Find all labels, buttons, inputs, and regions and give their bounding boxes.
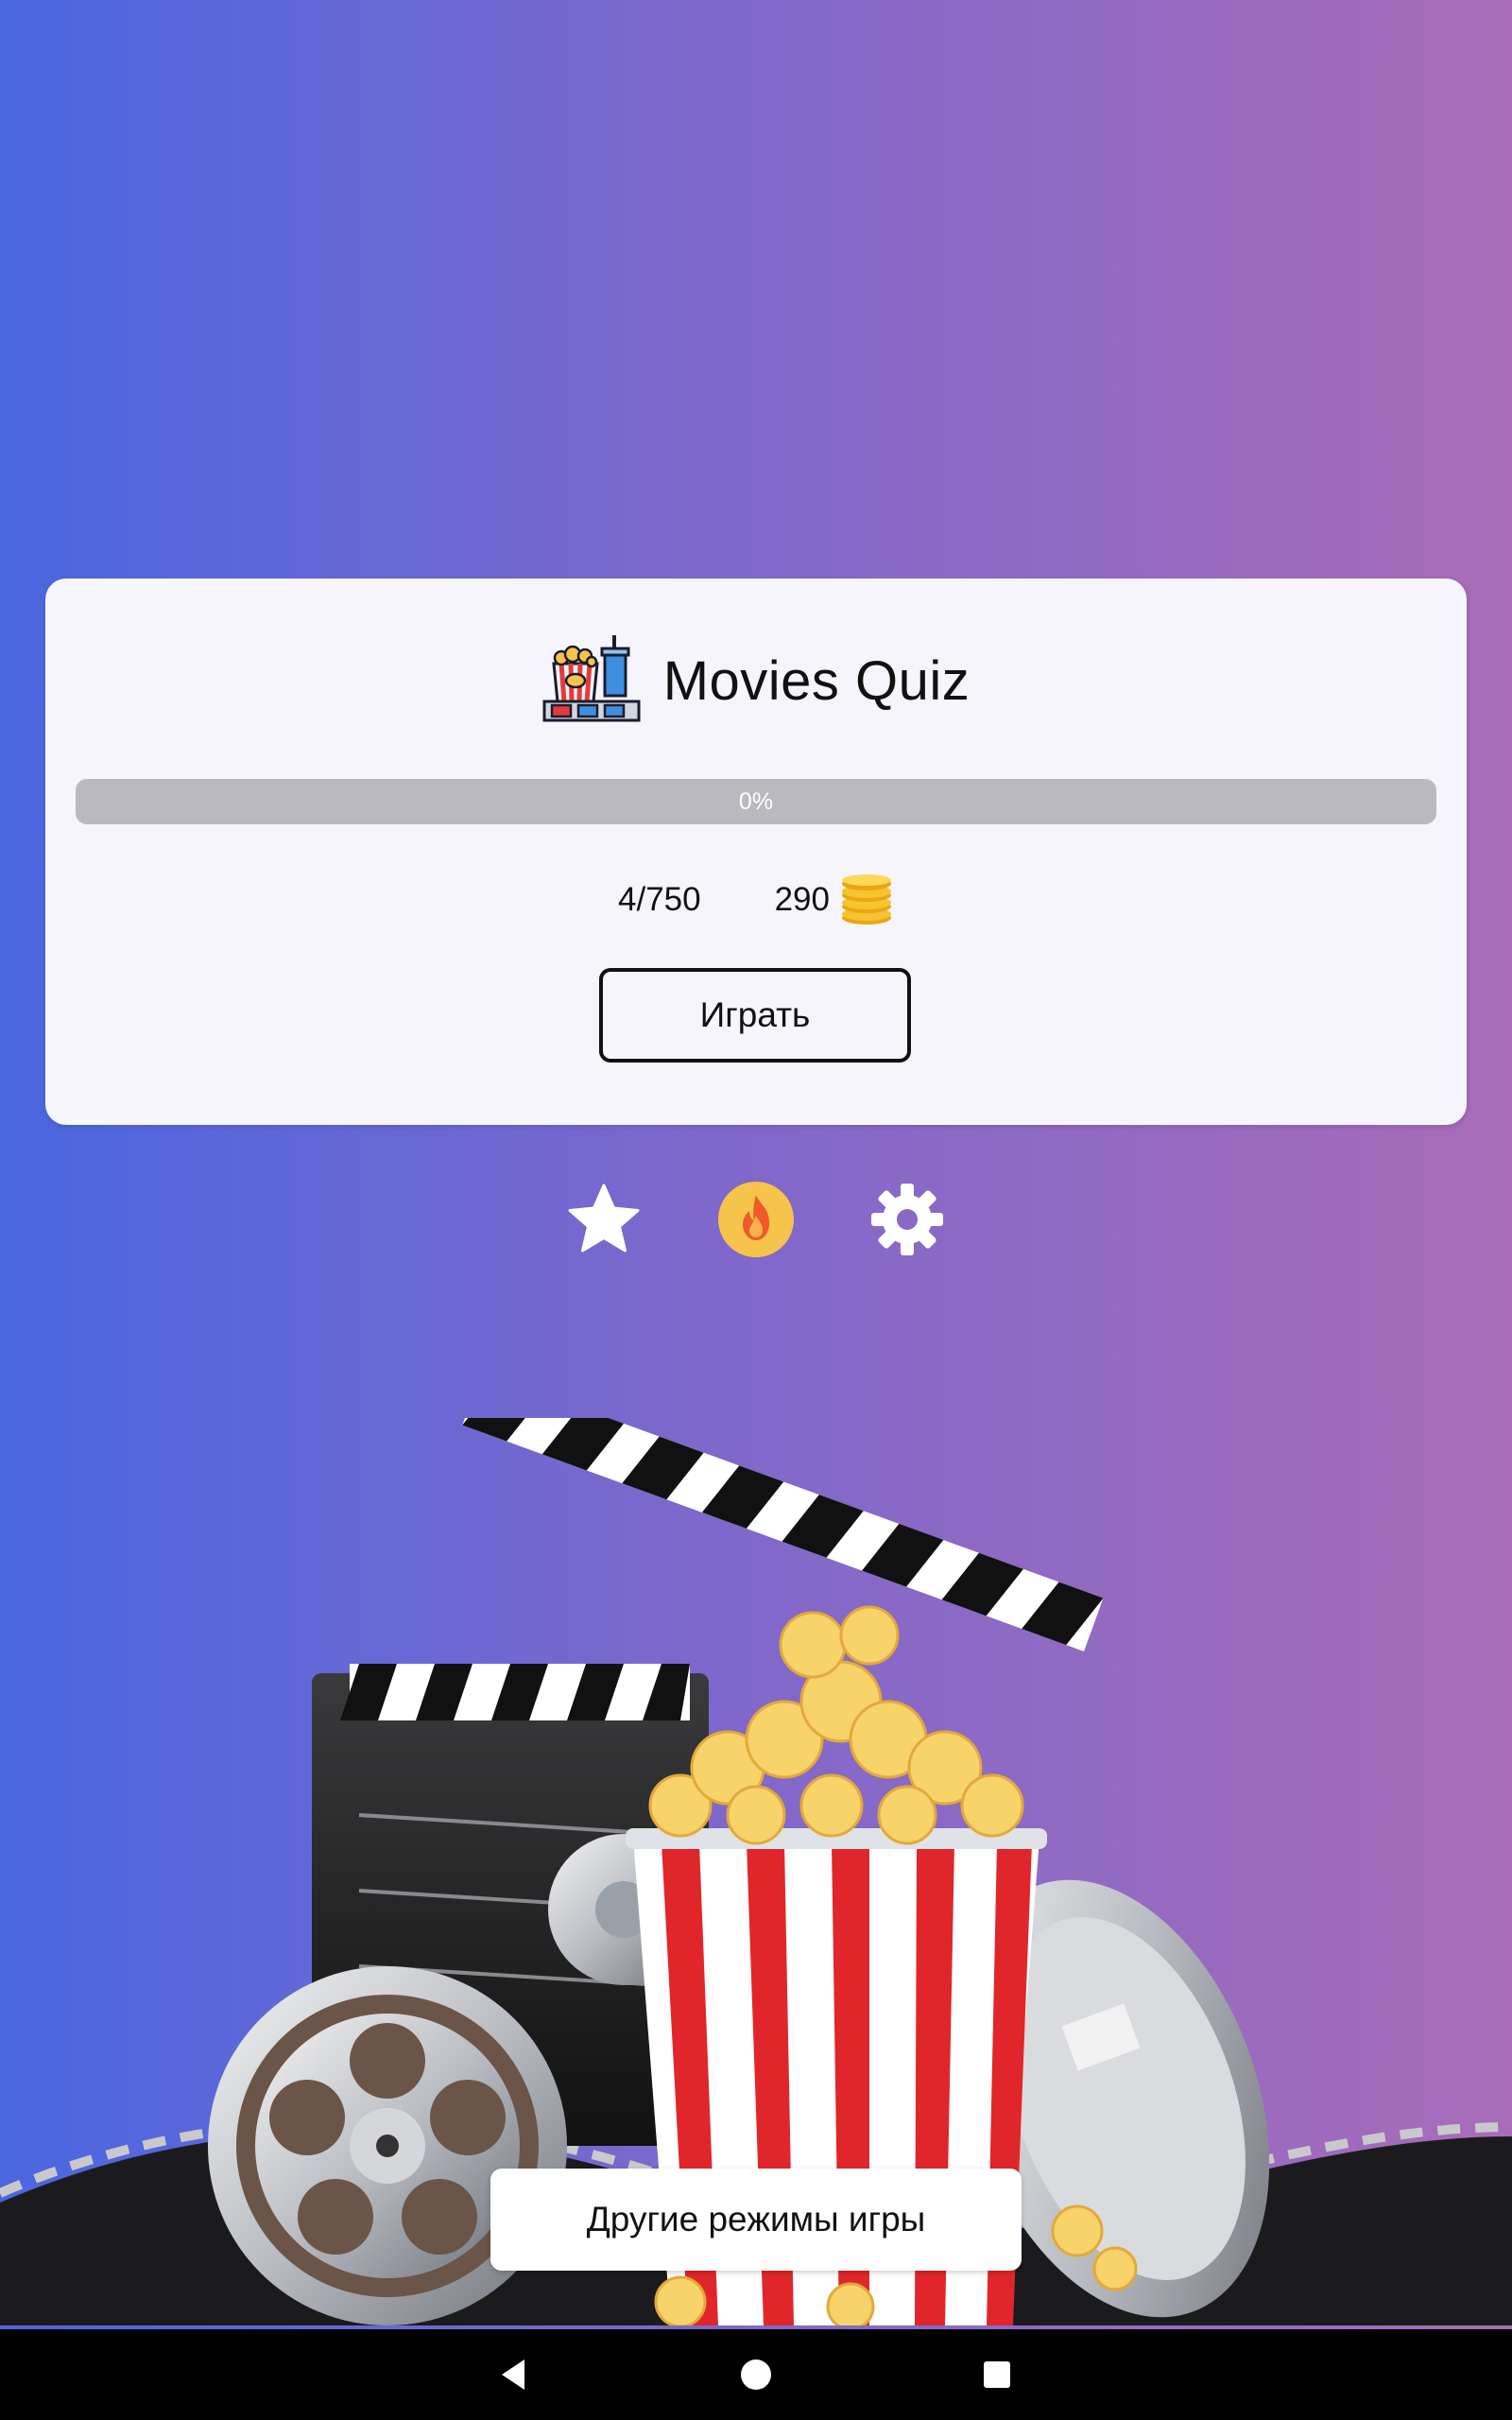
coins-stack-icon (842, 874, 891, 925)
hot-mode-button[interactable] (716, 1180, 796, 1259)
settings-button[interactable] (868, 1180, 947, 1259)
progress-label: 0% (738, 787, 774, 815)
gear-icon (871, 1184, 943, 1255)
nav-recents-button[interactable] (969, 2346, 1025, 2403)
coins-count: 290 (774, 881, 830, 918)
play-button[interactable]: Играть (599, 968, 911, 1063)
coins-display: 290 (775, 874, 894, 925)
app-screen: Movies Quiz 0% 4/750 290 Играть Другие р… (0, 0, 1512, 2420)
home-circle-icon (741, 2360, 771, 2390)
app-title: Movies Quiz (662, 649, 971, 712)
back-triangle-icon (502, 2360, 524, 2390)
quiz-card: Movies Quiz 0% 4/750 290 Играть (45, 579, 1467, 1125)
other-modes-button[interactable]: Другие режимы игры (490, 2169, 1022, 2271)
action-icons-row (0, 1180, 1512, 1259)
fire-icon (718, 1182, 794, 1257)
progress-bar: 0% (76, 779, 1436, 824)
favorites-button[interactable] (564, 1180, 644, 1259)
nav-back-button[interactable] (487, 2346, 543, 2403)
stats-row: 4/750 290 (45, 862, 1467, 938)
nav-home-button[interactable] (728, 2346, 784, 2403)
star-icon (568, 1184, 640, 1253)
system-navigation-bar (0, 2329, 1512, 2420)
title-row: Movies Quiz (45, 624, 1467, 737)
solved-counter: 4/750 (618, 881, 701, 918)
popcorn-cinema-icon (542, 635, 641, 722)
recents-square-icon (984, 2361, 1010, 2388)
